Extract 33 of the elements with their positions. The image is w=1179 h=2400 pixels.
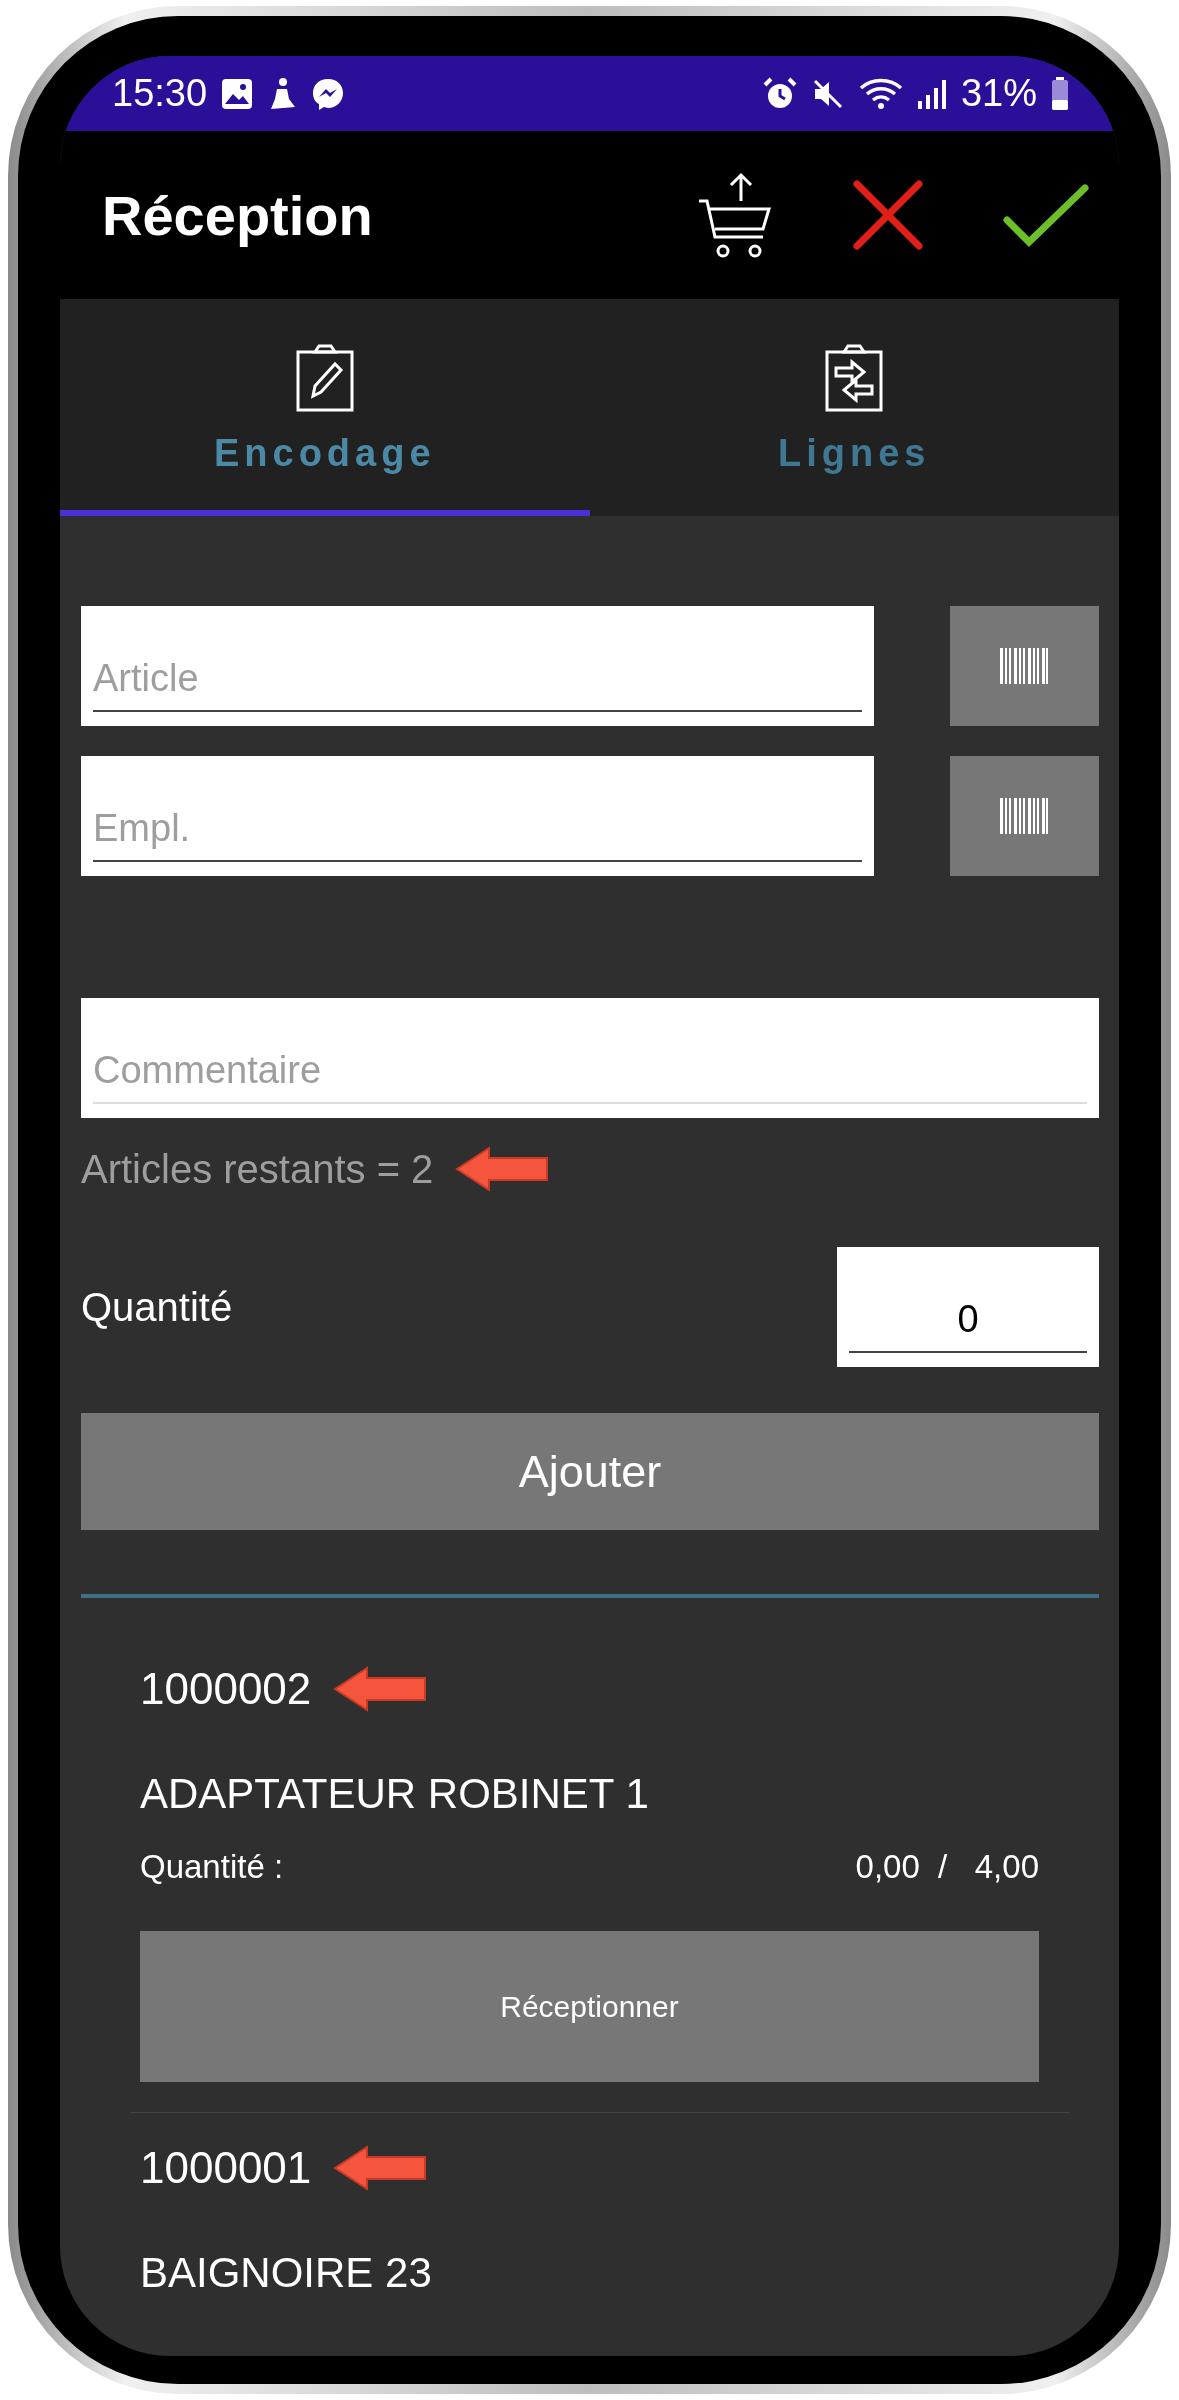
item-number: 1000001 — [140, 2143, 312, 2193]
add-button[interactable]: Ajouter — [81, 1413, 1099, 1530]
quantity-label: Quantité : — [140, 1848, 284, 1886]
item-name: BAIGNOIRE 23 — [140, 2249, 433, 2297]
status-time: 15:30 — [112, 72, 208, 115]
clipboard-arrows-icon — [824, 343, 885, 412]
location-field[interactable]: Empl. — [81, 756, 874, 876]
barcode-icon — [999, 648, 1050, 684]
battery-icon — [1051, 76, 1069, 111]
barcode-icon — [999, 798, 1050, 834]
cart-upload-icon[interactable] — [697, 171, 773, 259]
quantity-label: Quantité — [81, 1284, 233, 1330]
comment-field[interactable]: Commentaire — [81, 998, 1099, 1118]
screen-title: Réception — [102, 182, 374, 248]
quantity-field[interactable]: 0 — [837, 1247, 1099, 1367]
image-icon — [221, 77, 254, 110]
close-icon[interactable] — [853, 180, 923, 250]
tab[interactable]: Lignes — [589, 299, 1119, 516]
chat-bubble-icon — [311, 76, 346, 111]
remaining-count: Articles restants = 2 — [81, 1146, 434, 1192]
item-name: ADAPTATEUR ROBINET 1 — [140, 1770, 650, 1818]
check-icon[interactable] — [1003, 182, 1089, 248]
quantity-value: 0,00 / 4,00 — [855, 1848, 1039, 1886]
item-number: 1000002 — [140, 1664, 312, 1714]
tab[interactable]: Encodage — [60, 299, 590, 516]
article-field[interactable]: Article — [81, 606, 874, 726]
receive-button[interactable]: Réceptionner — [140, 1931, 1039, 2082]
wifi-icon — [858, 76, 903, 111]
alarm-icon — [762, 76, 797, 111]
scan-button[interactable] — [950, 606, 1099, 726]
scan-button[interactable] — [950, 756, 1099, 876]
battery-percent: 31% — [960, 72, 1037, 115]
clipboard-pencil-icon — [294, 343, 355, 412]
